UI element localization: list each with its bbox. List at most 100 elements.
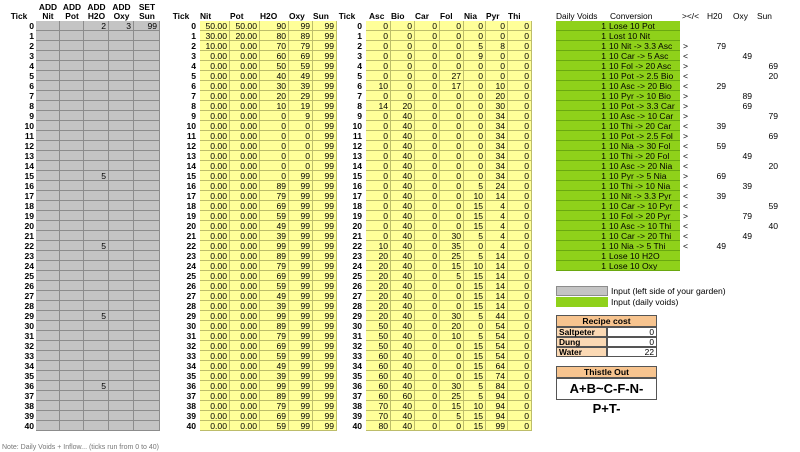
input-cell-set-sun[interactable]: [134, 331, 160, 341]
input-cell-add-pot[interactable]: [60, 51, 84, 61]
input-cell-set-sun[interactable]: [134, 41, 160, 51]
recipe-value-saltpeter[interactable]: 0: [607, 327, 657, 337]
input-cell-set-sun[interactable]: [134, 291, 160, 301]
input-cell-add-pot[interactable]: [60, 261, 84, 271]
input-cell-add-h2o[interactable]: [84, 221, 109, 231]
input-cell-add-pot[interactable]: [60, 401, 84, 411]
input-cell-add-nit[interactable]: [36, 161, 60, 171]
input-cell-add-nit[interactable]: [36, 401, 60, 411]
input-cell-add-pot[interactable]: [60, 111, 84, 121]
input-cell-add-h2o[interactable]: [84, 51, 109, 61]
input-cell-set-sun[interactable]: [134, 301, 160, 311]
input-cell-add-pot[interactable]: [60, 181, 84, 191]
input-cell-add-pot[interactable]: [60, 341, 84, 351]
input-cell-add-pot[interactable]: [60, 311, 84, 321]
input-cell-add-oxy[interactable]: [109, 41, 134, 51]
input-cell-add-pot[interactable]: [60, 301, 84, 311]
input-cell-add-oxy[interactable]: [109, 181, 134, 191]
input-cell-add-nit[interactable]: [36, 251, 60, 261]
input-cell-add-h2o[interactable]: [84, 81, 109, 91]
input-cell-add-nit[interactable]: [36, 341, 60, 351]
daily-void-count[interactable]: 1: [556, 61, 608, 71]
input-cell-add-h2o[interactable]: [84, 61, 109, 71]
input-cell-add-pot[interactable]: [60, 171, 84, 181]
input-cell-add-h2o[interactable]: [84, 321, 109, 331]
input-cell-add-oxy[interactable]: [109, 331, 134, 341]
input-cell-add-nit[interactable]: [36, 411, 60, 421]
input-cell-set-sun[interactable]: [134, 341, 160, 351]
input-cell-add-h2o[interactable]: [84, 271, 109, 281]
input-cell-set-sun[interactable]: [134, 281, 160, 291]
input-cell-add-oxy[interactable]: [109, 161, 134, 171]
daily-void-count[interactable]: 1: [556, 151, 608, 161]
input-cell-add-h2o[interactable]: 5: [84, 171, 109, 181]
input-cell-add-nit[interactable]: [36, 261, 60, 271]
input-cell-add-h2o[interactable]: [84, 91, 109, 101]
input-cell-add-pot[interactable]: [60, 81, 84, 91]
input-cell-add-oxy[interactable]: [109, 91, 134, 101]
input-cell-add-h2o[interactable]: [84, 301, 109, 311]
input-cell-add-pot[interactable]: [60, 421, 84, 431]
input-cell-add-h2o[interactable]: 5: [84, 381, 109, 391]
input-cell-add-h2o[interactable]: [84, 291, 109, 301]
input-cell-add-oxy[interactable]: [109, 381, 134, 391]
input-cell-set-sun[interactable]: [134, 151, 160, 161]
input-cell-add-pot[interactable]: [60, 351, 84, 361]
input-cell-add-nit[interactable]: [36, 131, 60, 141]
input-cell-add-nit[interactable]: [36, 111, 60, 121]
input-cell-add-h2o[interactable]: 5: [84, 311, 109, 321]
input-cell-add-pot[interactable]: [60, 271, 84, 281]
input-cell-add-nit[interactable]: [36, 291, 60, 301]
input-cell-set-sun[interactable]: [134, 351, 160, 361]
input-cell-add-nit[interactable]: [36, 321, 60, 331]
input-cell-add-oxy[interactable]: [109, 111, 134, 121]
input-cell-add-oxy[interactable]: [109, 191, 134, 201]
input-cell-add-pot[interactable]: [60, 201, 84, 211]
input-cell-add-h2o[interactable]: [84, 421, 109, 431]
input-cell-add-h2o[interactable]: [84, 401, 109, 411]
input-cell-set-sun[interactable]: [134, 211, 160, 221]
input-cell-add-pot[interactable]: [60, 241, 84, 251]
daily-void-count[interactable]: 1: [556, 101, 608, 111]
input-cell-add-pot[interactable]: [60, 251, 84, 261]
input-cell-set-sun[interactable]: [134, 241, 160, 251]
input-cell-add-oxy[interactable]: [109, 301, 134, 311]
input-cell-add-oxy[interactable]: [109, 401, 134, 411]
input-cell-add-pot[interactable]: [60, 131, 84, 141]
input-cell-add-h2o[interactable]: [84, 351, 109, 361]
input-cell-set-sun[interactable]: [134, 61, 160, 71]
input-cell-add-oxy[interactable]: 3: [109, 21, 134, 31]
input-cell-add-pot[interactable]: [60, 211, 84, 221]
input-cell-add-oxy[interactable]: [109, 131, 134, 141]
input-cell-add-h2o[interactable]: [84, 371, 109, 381]
input-cell-add-h2o[interactable]: [84, 131, 109, 141]
input-cell-add-pot[interactable]: [60, 361, 84, 371]
daily-void-count[interactable]: 1: [556, 211, 608, 221]
input-cell-add-oxy[interactable]: [109, 361, 134, 371]
input-cell-set-sun[interactable]: [134, 321, 160, 331]
input-cell-add-pot[interactable]: [60, 221, 84, 231]
input-cell-set-sun[interactable]: [134, 381, 160, 391]
input-cell-set-sun[interactable]: [134, 421, 160, 431]
input-cell-set-sun[interactable]: [134, 361, 160, 371]
input-cell-add-pot[interactable]: [60, 331, 84, 341]
input-cell-set-sun[interactable]: [134, 121, 160, 131]
daily-void-count[interactable]: 1: [556, 251, 608, 261]
input-cell-add-pot[interactable]: [60, 321, 84, 331]
input-cell-set-sun[interactable]: [134, 191, 160, 201]
daily-void-count[interactable]: 1: [556, 51, 608, 61]
input-cell-add-h2o[interactable]: [84, 161, 109, 171]
input-cell-add-oxy[interactable]: [109, 371, 134, 381]
daily-void-count[interactable]: 1: [556, 91, 608, 101]
input-cell-set-sun[interactable]: [134, 271, 160, 281]
input-cell-add-nit[interactable]: [36, 211, 60, 221]
input-cell-add-pot[interactable]: [60, 411, 84, 421]
daily-void-count[interactable]: 1: [556, 121, 608, 131]
input-cell-add-pot[interactable]: [60, 191, 84, 201]
input-cell-add-h2o[interactable]: [84, 391, 109, 401]
input-cell-add-h2o[interactable]: [84, 101, 109, 111]
daily-void-count[interactable]: 1: [556, 261, 608, 271]
input-cell-add-pot[interactable]: [60, 91, 84, 101]
input-cell-add-pot[interactable]: [60, 231, 84, 241]
input-cell-add-h2o[interactable]: [84, 341, 109, 351]
